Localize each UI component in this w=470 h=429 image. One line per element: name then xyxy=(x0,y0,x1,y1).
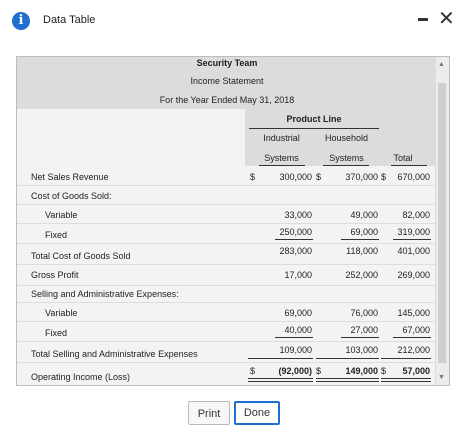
cell-value: 212,000 xyxy=(397,345,430,355)
window-title: Data Table xyxy=(43,14,96,26)
col-total-header: Total xyxy=(393,153,413,163)
cell-value: 33,000 xyxy=(284,210,312,220)
cell-value: 401,000 xyxy=(397,246,430,256)
row-divider xyxy=(17,264,437,265)
cell-value: 300,000 xyxy=(279,172,312,182)
row-label: Fixed xyxy=(45,230,68,240)
cell-value: 283,000 xyxy=(279,246,312,256)
subtotal-line xyxy=(275,337,313,338)
row-label: Fixed xyxy=(45,328,68,338)
cell-value: 319,000 xyxy=(397,227,430,237)
row-divider xyxy=(17,204,437,205)
income-statement: Security Team Income Statement For the Y… xyxy=(17,57,437,385)
cell-value: 670,000 xyxy=(397,172,430,182)
subtotal-line xyxy=(381,358,431,359)
subtotal-line xyxy=(393,239,431,240)
row-divider xyxy=(17,302,437,303)
total-double-line xyxy=(248,378,313,382)
row-divider xyxy=(17,185,437,186)
subtotal-line xyxy=(248,358,313,359)
cell-value: 40,000 xyxy=(284,325,312,335)
currency-sign: $ xyxy=(316,366,322,376)
header-underline-3 xyxy=(391,165,427,166)
row-label: Cost of Goods Sold: xyxy=(31,191,112,201)
cell-value: 370,000 xyxy=(345,172,378,182)
print-button[interactable]: Print xyxy=(188,401,230,425)
currency-sign: $ xyxy=(250,366,256,376)
close-button[interactable]: ✕ xyxy=(438,8,455,28)
cell-value: 269,000 xyxy=(397,270,430,280)
cell-value: 49,000 xyxy=(350,210,378,220)
cell-value: 109,000 xyxy=(279,345,312,355)
subtotal-line xyxy=(316,358,379,359)
row-divider xyxy=(17,285,437,286)
subtotal-line xyxy=(341,239,379,240)
currency-sign: $ xyxy=(250,172,256,182)
cell-value: 149,000 xyxy=(345,366,378,376)
scroll-up-icon[interactable]: ▲ xyxy=(438,61,445,68)
cell-value: 252,000 xyxy=(345,270,378,280)
statement-name: Income Statement xyxy=(190,76,264,86)
subtotal-line xyxy=(341,337,379,338)
subtotal-line xyxy=(393,337,431,338)
cell-value: 250,000 xyxy=(279,227,312,237)
cell-value: 17,000 xyxy=(284,270,312,280)
row-label: Operating Income (Loss) xyxy=(31,372,131,382)
col-household-header-1: Household xyxy=(324,133,369,143)
data-table-frame[interactable]: Security Team Income Statement For the Y… xyxy=(16,56,450,386)
cell-value: 76,000 xyxy=(350,308,378,318)
cell-value: 69,000 xyxy=(350,227,378,237)
row-divider xyxy=(17,321,437,322)
cell-value: 145,000 xyxy=(397,308,430,318)
row-divider xyxy=(17,223,437,224)
row-label: Variable xyxy=(45,308,78,318)
cell-value: 82,000 xyxy=(402,210,430,220)
row-divider xyxy=(17,341,437,342)
title-bar: i Data Table ✕ xyxy=(0,0,470,40)
cell-value: 118,000 xyxy=(346,246,378,256)
cell-value: 103,000 xyxy=(345,345,378,355)
row-divider xyxy=(17,243,437,244)
cell-value: (92,000) xyxy=(278,366,312,376)
col-industrial-header-2: Systems xyxy=(264,153,299,163)
total-double-line xyxy=(316,378,379,382)
company-name: Security Team xyxy=(196,58,258,68)
row-label: Total Selling and Administrative Expense… xyxy=(31,349,198,359)
col-industrial-header-1: Industrial xyxy=(263,133,300,143)
cell-value: 67,000 xyxy=(402,325,430,335)
row-label: Variable xyxy=(45,210,78,220)
statement-period: For the Year Ended May 31, 2018 xyxy=(159,95,295,105)
total-double-line xyxy=(381,378,431,382)
vertical-scrollbar[interactable]: ▲ ▼ xyxy=(435,57,449,385)
minimize-button[interactable] xyxy=(418,18,428,21)
scrollbar-thumb[interactable] xyxy=(438,83,446,363)
row-divider xyxy=(17,362,437,363)
header-underline-1 xyxy=(259,165,305,166)
col-household-header-2: Systems xyxy=(329,153,364,163)
row-label: Selling and Administrative Expenses: xyxy=(31,289,179,299)
product-line-header: Product Line xyxy=(286,114,342,124)
done-button[interactable]: Done xyxy=(234,401,280,425)
row-label: Net Sales Revenue xyxy=(31,172,109,182)
header-divider xyxy=(249,128,379,129)
row-label: Gross Profit xyxy=(31,270,79,280)
info-icon: i xyxy=(12,12,30,30)
cell-value: 27,000 xyxy=(350,325,378,335)
scroll-down-icon[interactable]: ▼ xyxy=(438,374,445,381)
cell-value: 69,000 xyxy=(284,308,312,318)
cell-value: 57,000 xyxy=(402,366,430,376)
row-label: Total Cost of Goods Sold xyxy=(31,251,131,261)
subtotal-line xyxy=(275,239,313,240)
currency-sign: $ xyxy=(316,172,322,182)
header-underline-2 xyxy=(323,165,369,166)
